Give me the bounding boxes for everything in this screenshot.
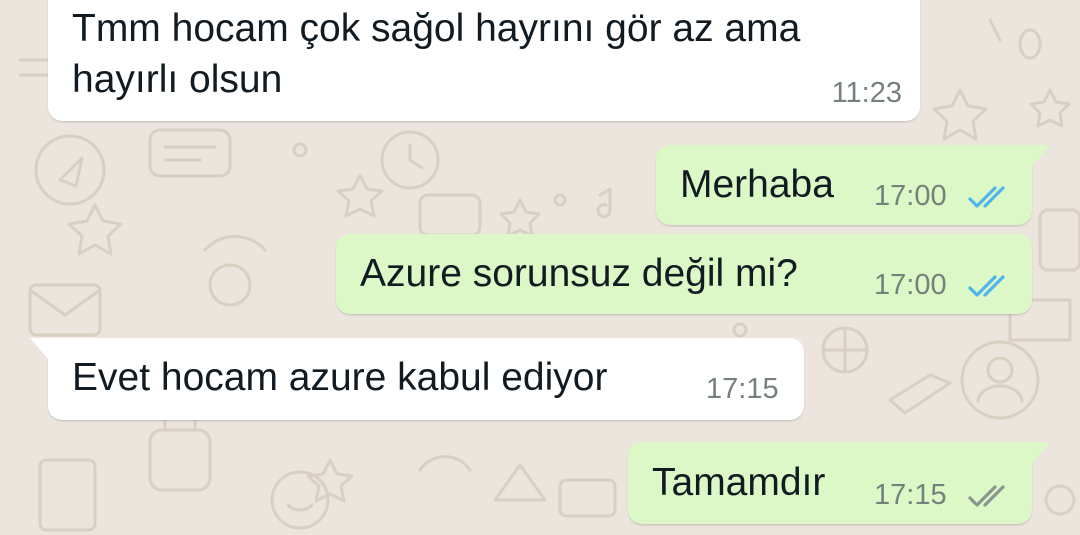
- message-text: Merhaba: [680, 163, 834, 206]
- outgoing-message[interactable]: Merhaba 17:00: [656, 145, 1050, 225]
- message-text-line: Tmm hocam çok sağol hayrını gör az ama: [72, 7, 801, 50]
- incoming-message[interactable]: Evet hocam azure kabul ediyor 17:15: [30, 338, 804, 420]
- outgoing-message[interactable]: Azure sorunsuz değil mi? 17:00: [336, 234, 1032, 314]
- message-timestamp: 11:23: [831, 77, 902, 109]
- message-text: Azure sorunsuz değil mi?: [360, 252, 798, 295]
- chat-thread[interactable]: Tmm hocam çok sağol hayrını gör az ama h…: [0, 0, 1080, 535]
- bubble-tail: [1028, 145, 1050, 171]
- outgoing-message[interactable]: Tamamdır 17:15: [628, 442, 1050, 524]
- message-timestamp: 17:00: [874, 269, 947, 301]
- incoming-message[interactable]: Tmm hocam çok sağol hayrını gör az ama h…: [48, 0, 920, 121]
- bubble-tail: [1028, 442, 1050, 468]
- message-timestamp: 17:15: [706, 373, 779, 405]
- double-check-icon: [968, 186, 1005, 208]
- message-timestamp: 17:15: [874, 479, 947, 511]
- double-check-icon: [968, 485, 1005, 507]
- bubble-tail: [30, 338, 52, 364]
- message-timestamp: 17:00: [874, 180, 947, 212]
- message-text: Evet hocam azure kabul ediyor: [72, 356, 608, 399]
- double-check-icon: [968, 275, 1005, 297]
- message-text-line: hayırlı olsun: [72, 58, 283, 101]
- message-text: Tamamdır: [652, 461, 826, 504]
